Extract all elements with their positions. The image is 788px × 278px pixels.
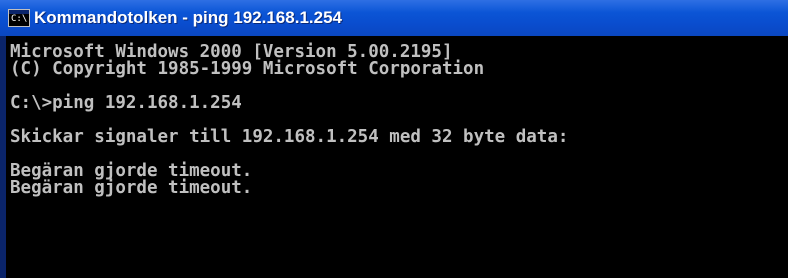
console-window: C:\ Kommandotolken - ping 192.168.1.254 …	[0, 0, 788, 278]
console-output[interactable]: Microsoft Windows 2000 [Version 5.00.219…	[6, 36, 788, 278]
console-line: C:\>ping 192.168.1.254	[10, 93, 242, 113]
cmd-icon[interactable]: C:\	[8, 9, 30, 27]
console-line: Begäran gjorde timeout.	[10, 178, 253, 198]
cmd-icon-glyph: C:\	[11, 14, 28, 24]
console-line: Skickar signaler till 192.168.1.254 med …	[10, 127, 569, 147]
window-title: Kommandotolken - ping 192.168.1.254	[34, 8, 342, 27]
title-bar[interactable]: C:\ Kommandotolken - ping 192.168.1.254	[0, 0, 788, 36]
console-line: (C) Copyright 1985-1999 Microsoft Corpor…	[10, 59, 485, 79]
